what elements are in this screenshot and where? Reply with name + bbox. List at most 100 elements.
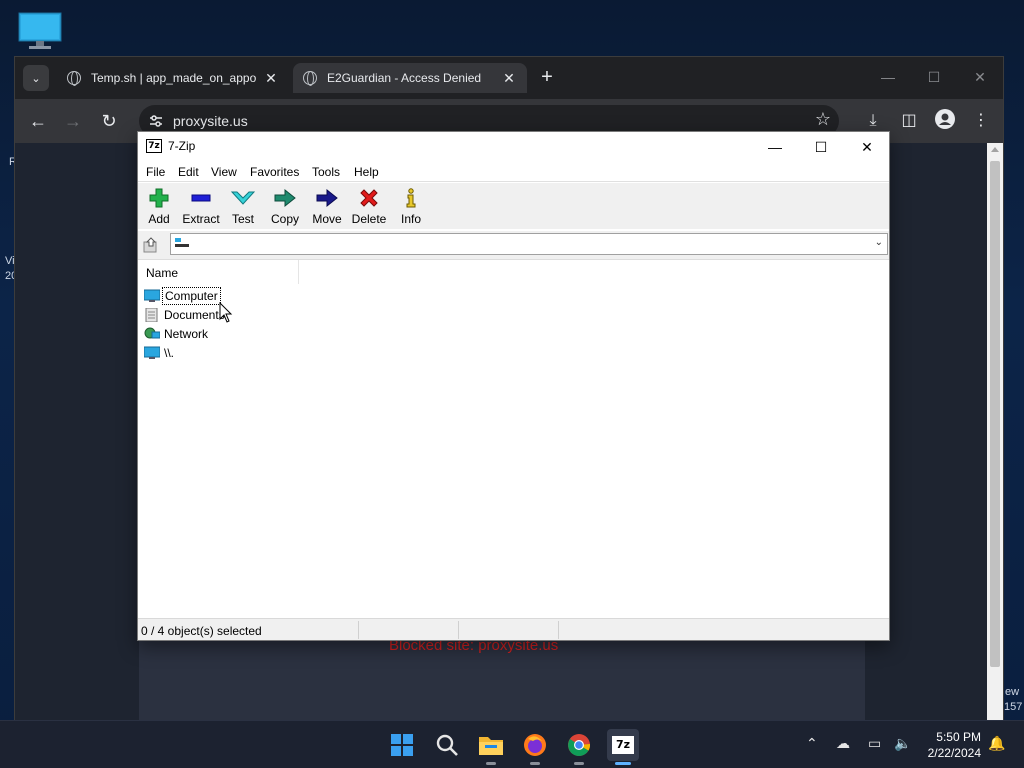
item-name: \\. xyxy=(164,345,175,360)
chrome-button[interactable] xyxy=(563,729,595,765)
file-list: Name Computer Documents Network \\. xyxy=(138,259,889,617)
menu-view[interactable]: View xyxy=(211,165,237,179)
menu-edit[interactable]: Edit xyxy=(178,165,199,179)
window-title: 7-Zip xyxy=(168,139,196,153)
reload-icon: ↻ xyxy=(101,111,117,131)
add-icon xyxy=(149,188,169,208)
arrow-left-icon: ← xyxy=(29,111,47,131)
minimize-button[interactable]: — xyxy=(873,65,903,89)
delete-button[interactable]: Delete xyxy=(348,187,390,226)
scrollbar-thumb[interactable] xyxy=(990,161,1000,667)
move-icon xyxy=(316,188,338,208)
clock[interactable]: 5:50 PM 2/22/2024 xyxy=(928,729,981,761)
url-text[interactable]: proxysite.us xyxy=(173,113,248,129)
volume-muted-icon[interactable]: 🔈 xyxy=(894,735,911,752)
show-hidden-icons-chevron-icon[interactable]: ⌃ xyxy=(806,735,818,752)
menu-tools[interactable]: Tools xyxy=(312,165,340,179)
mouse-cursor-icon xyxy=(219,302,233,323)
computer-icon xyxy=(144,346,160,359)
menu-favorites[interactable]: Favorites xyxy=(250,165,299,179)
menu-help[interactable]: Help xyxy=(354,165,379,179)
sevenzip-titlebar[interactable]: 7z 7-Zip — ☐ ✕ xyxy=(138,132,889,162)
close-tab-button[interactable]: ✕ xyxy=(501,70,517,87)
download-icon[interactable]: ⤓ xyxy=(861,109,885,133)
reload-button[interactable]: ↻ xyxy=(97,109,121,133)
column-header-label: Name xyxy=(146,266,179,280)
status-bar: 0 / 4 object(s) selected xyxy=(138,618,889,640)
menu-file[interactable]: File xyxy=(146,165,165,179)
tab-e2guardian[interactable]: E2Guardian - Access Denied ✕ xyxy=(293,63,527,93)
copy-button[interactable]: Copy xyxy=(264,187,306,226)
profile-avatar-icon[interactable] xyxy=(933,109,957,133)
add-button[interactable]: Add xyxy=(138,187,180,226)
status-divider xyxy=(558,621,559,639)
maximize-button[interactable]: ☐ xyxy=(799,136,843,158)
list-item[interactable]: Computer xyxy=(144,286,221,305)
extract-icon xyxy=(191,194,211,202)
search-button[interactable] xyxy=(431,729,463,761)
close-window-button[interactable]: ✕ xyxy=(845,136,889,158)
back-button[interactable]: ← xyxy=(26,109,50,133)
side-panel-icon[interactable]: ◫ xyxy=(897,109,921,133)
site-info-icon[interactable] xyxy=(149,114,163,128)
bookmark-star-icon[interactable]: ☆ xyxy=(815,109,831,130)
item-name: Documents xyxy=(164,307,225,322)
running-indicator xyxy=(574,762,584,765)
menu-bar: File Edit View Favorites Tools Help xyxy=(138,162,889,182)
column-header-name[interactable]: Name xyxy=(138,260,299,284)
globe-icon xyxy=(303,71,317,86)
close-tab-button[interactable]: ✕ xyxy=(263,70,279,87)
new-tab-button[interactable]: + xyxy=(535,65,559,89)
firefox-button[interactable] xyxy=(519,729,551,765)
scroll-up-arrow-icon[interactable] xyxy=(991,147,999,152)
test-icon xyxy=(231,191,255,205)
tab-temp-sh[interactable]: Temp.sh | app_made_on_appor ✕ xyxy=(57,63,289,93)
sevenzip-toolbar: Add Extract Test Copy Move Delete Info xyxy=(138,183,889,229)
computer-icon xyxy=(144,289,160,302)
sevenzip-taskbar-button[interactable]: 7z xyxy=(607,729,639,765)
desktop-computer-icon[interactable] xyxy=(18,12,62,52)
delete-icon xyxy=(360,189,378,207)
close-window-button[interactable]: ✕ xyxy=(965,65,995,89)
running-indicator xyxy=(615,762,631,765)
extract-button[interactable]: Extract xyxy=(180,187,222,226)
taskbar: 7z ⌃ ☁ ▭ 🔈 5:50 PM 2/22/2024 🔔 xyxy=(0,720,1024,768)
test-button[interactable]: Test xyxy=(222,187,264,226)
info-icon xyxy=(406,188,416,208)
forward-button[interactable]: → xyxy=(61,109,85,133)
maximize-button[interactable]: ☐ xyxy=(919,65,949,89)
file-explorer-button[interactable] xyxy=(475,729,507,765)
item-name: Computer xyxy=(162,286,221,305)
page-scrollbar[interactable] xyxy=(987,143,1003,721)
move-button[interactable]: Move xyxy=(306,187,348,226)
status-text: 0 / 4 object(s) selected xyxy=(141,624,262,638)
folder-up-icon[interactable] xyxy=(143,237,159,253)
list-item[interactable]: Documents xyxy=(144,305,227,324)
documents-icon xyxy=(145,307,158,322)
status-divider xyxy=(358,621,359,639)
chevron-down-icon[interactable]: ⌄ xyxy=(875,237,883,248)
notification-bell-icon[interactable]: 🔔 xyxy=(988,735,1005,752)
start-button[interactable] xyxy=(386,729,418,761)
running-indicator xyxy=(530,762,540,765)
path-combobox[interactable]: ⌄ xyxy=(170,233,888,255)
kebab-menu-icon[interactable]: ⋮ xyxy=(969,109,993,133)
search-icon xyxy=(436,734,458,756)
path-bar: ⌄ xyxy=(138,231,889,259)
tab-strip: ⌄ Temp.sh | app_made_on_appor ✕ E2Guardi… xyxy=(15,57,1003,99)
onedrive-cloud-icon[interactable]: ☁ xyxy=(836,735,850,752)
chrome-icon xyxy=(568,734,591,756)
minimize-button[interactable]: — xyxy=(753,136,797,158)
network-icon xyxy=(144,327,160,338)
tab-search-button[interactable]: ⌄ xyxy=(23,65,49,91)
network-status-icon[interactable]: ▭ xyxy=(868,735,881,752)
toolbar-label: Test xyxy=(231,212,254,226)
list-item[interactable]: \\. xyxy=(144,343,176,362)
arrow-right-icon: → xyxy=(64,111,82,131)
toolbar-label: Move xyxy=(312,212,342,226)
toolbar-label: Add xyxy=(148,212,170,226)
list-item[interactable]: Network xyxy=(144,324,210,343)
sevenzip-logo-icon: 7z xyxy=(146,139,162,153)
toolbar-label: Extract xyxy=(182,212,220,226)
info-button[interactable]: Info xyxy=(390,187,432,226)
